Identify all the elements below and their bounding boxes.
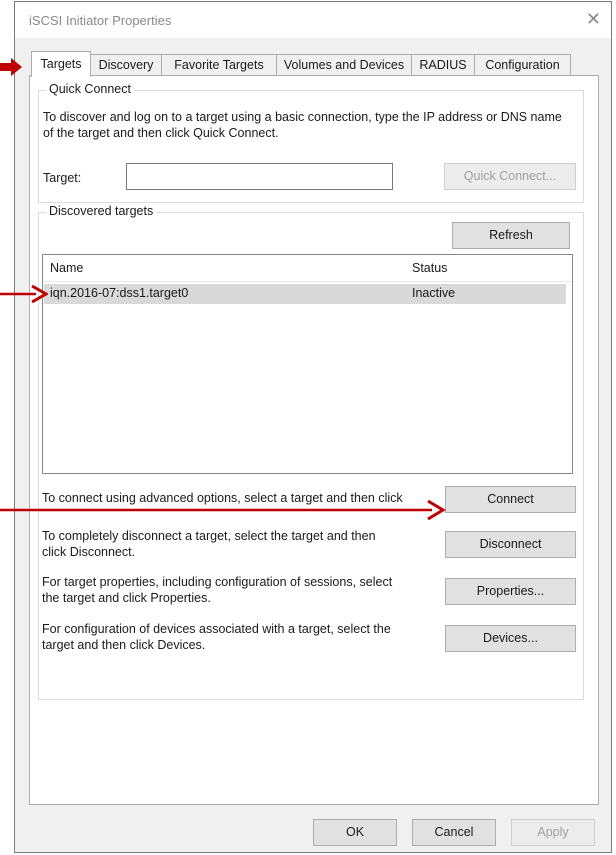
properties-instructions: For target properties, including configu…: [42, 575, 393, 605]
discovered-targets-legend: Discovered targets: [46, 204, 157, 218]
devices-instructions: For configuration of devices associated …: [42, 622, 391, 652]
cancel-button[interactable]: Cancel: [412, 819, 496, 846]
annotation-arrow-target-row: [0, 284, 48, 304]
apply-button[interactable]: Apply: [511, 819, 595, 846]
quick-connect-group: Quick Connect To discover and log on to …: [38, 82, 584, 203]
tab-configuration[interactable]: Configuration: [474, 54, 571, 76]
iscsi-initiator-properties-dialog: iSCSI Initiator Properties ✕ Targets Dis…: [14, 1, 612, 853]
tab-discovery[interactable]: Discovery: [90, 54, 162, 76]
quick-connect-legend: Quick Connect: [46, 82, 134, 96]
title-bar: iSCSI Initiator Properties ✕: [15, 2, 611, 38]
annotation-arrow-targets-tab: [0, 58, 22, 76]
ok-button[interactable]: OK: [313, 819, 397, 846]
discovered-targets-group: Discovered targets Refresh Name Status i…: [38, 204, 584, 700]
window-title: iSCSI Initiator Properties: [29, 13, 172, 28]
targets-tab-panel: Quick Connect To discover and log on to …: [29, 75, 599, 805]
targets-list[interactable]: Name Status iqn.2016-07:dss1.target0 Ina…: [42, 254, 573, 474]
table-row[interactable]: iqn.2016-07:dss1.target0 Inactive: [44, 284, 566, 304]
target-label: Target:: [43, 171, 82, 185]
devices-button[interactable]: Devices...: [445, 625, 576, 652]
target-input[interactable]: [126, 163, 393, 190]
tab-targets[interactable]: Targets: [31, 51, 91, 77]
column-header-status[interactable]: Status: [412, 261, 447, 275]
tab-favorite-targets[interactable]: Favorite Targets: [161, 54, 277, 76]
tab-radius[interactable]: RADIUS: [411, 54, 475, 76]
target-name-cell: iqn.2016-07:dss1.target0: [50, 286, 189, 300]
connect-button[interactable]: Connect: [445, 486, 576, 513]
list-header: Name Status: [43, 255, 572, 282]
target-status-cell: Inactive: [412, 286, 456, 300]
properties-button[interactable]: Properties...: [445, 578, 576, 605]
disconnect-button[interactable]: Disconnect: [445, 531, 576, 558]
column-header-name[interactable]: Name: [50, 261, 83, 275]
tab-volumes-and-devices[interactable]: Volumes and Devices: [276, 54, 412, 76]
disconnect-instructions: To completely disconnect a target, selec…: [42, 529, 376, 559]
refresh-button[interactable]: Refresh: [452, 222, 570, 249]
annotation-arrow-connect-button: [0, 499, 446, 520]
close-icon[interactable]: ✕: [586, 9, 601, 29]
quick-connect-description: To discover and log on to a target using…: [43, 110, 562, 140]
quick-connect-button[interactable]: Quick Connect...: [444, 163, 576, 190]
